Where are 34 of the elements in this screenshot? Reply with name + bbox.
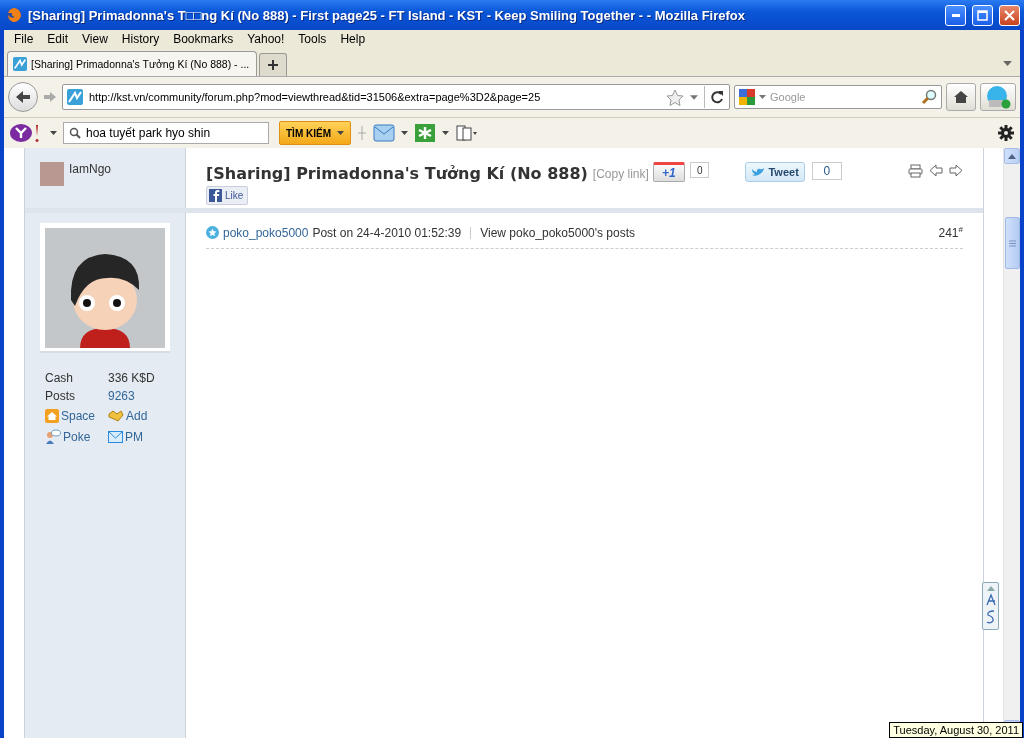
yahoo-search-field[interactable]: hoa tuyết park hyo shin xyxy=(63,122,269,144)
profile-action-link[interactable]: Space xyxy=(61,409,96,423)
tweet-button[interactable]: Tweet xyxy=(745,162,805,182)
menu-item[interactable]: View xyxy=(76,32,116,46)
menu-item[interactable]: Help xyxy=(334,32,374,46)
profile-action-link[interactable]: PM xyxy=(125,430,143,444)
stat-value: 336 K$D xyxy=(108,371,156,385)
menu-item[interactable]: Yahoo! xyxy=(241,32,293,46)
date-tooltip: Tuesday, August 30, 2011 xyxy=(889,722,1023,738)
stat-value: 9263 xyxy=(108,389,136,403)
menu-item[interactable]: File xyxy=(8,32,42,46)
search-bar[interactable]: Google xyxy=(734,85,942,109)
plus-one-count: 0 xyxy=(689,162,710,178)
poster-name-link[interactable]: poko_poko5000 xyxy=(223,225,309,240)
menu-item[interactable]: Bookmarks xyxy=(167,32,242,46)
stat-label: Cash xyxy=(45,371,74,385)
post-date: Post on 24-4-2010 01:52:39 xyxy=(312,225,462,240)
search-button[interactable]: TÌM KIẾM xyxy=(279,121,351,145)
thread-title: [Sharing] Primadonna's Tưởng Kí (No 888) xyxy=(206,164,588,183)
like-button[interactable]: Like xyxy=(206,186,249,205)
browser-tab[interactable]: [Sharing] Primadonna's Tưởng Kí (No 888) - ... xyxy=(7,51,257,76)
menu-item[interactable]: Tools xyxy=(292,32,335,46)
profile-action-link[interactable]: Poke xyxy=(63,430,91,444)
window-title: [Sharing] Primadonna's T□□ng Kí (No 888) - First page25 - FT Island - KST - Keep Smiling Together - - Mozilla Firefox xyxy=(28,7,746,23)
post-number: 241$^{#}$ xyxy=(938,225,963,240)
menu-item[interactable]: Edit xyxy=(41,32,77,46)
tweet-count: 0 xyxy=(811,162,842,180)
address-bar[interactable]: http://kst.vn/community/forum.php?mod=viewthread&tid=31506&extra=page%3D2&page=25 xyxy=(62,84,730,110)
plus-one-button[interactable]: +1 xyxy=(652,162,685,182)
author-name[interactable]: IamNgo xyxy=(69,162,112,176)
view-posts-link[interactable]: View poko_poko5000's posts xyxy=(480,225,636,240)
stat-label: Posts xyxy=(45,389,76,403)
menu-item[interactable]: History xyxy=(115,32,168,46)
profile-action-link[interactable]: Add xyxy=(126,409,148,423)
